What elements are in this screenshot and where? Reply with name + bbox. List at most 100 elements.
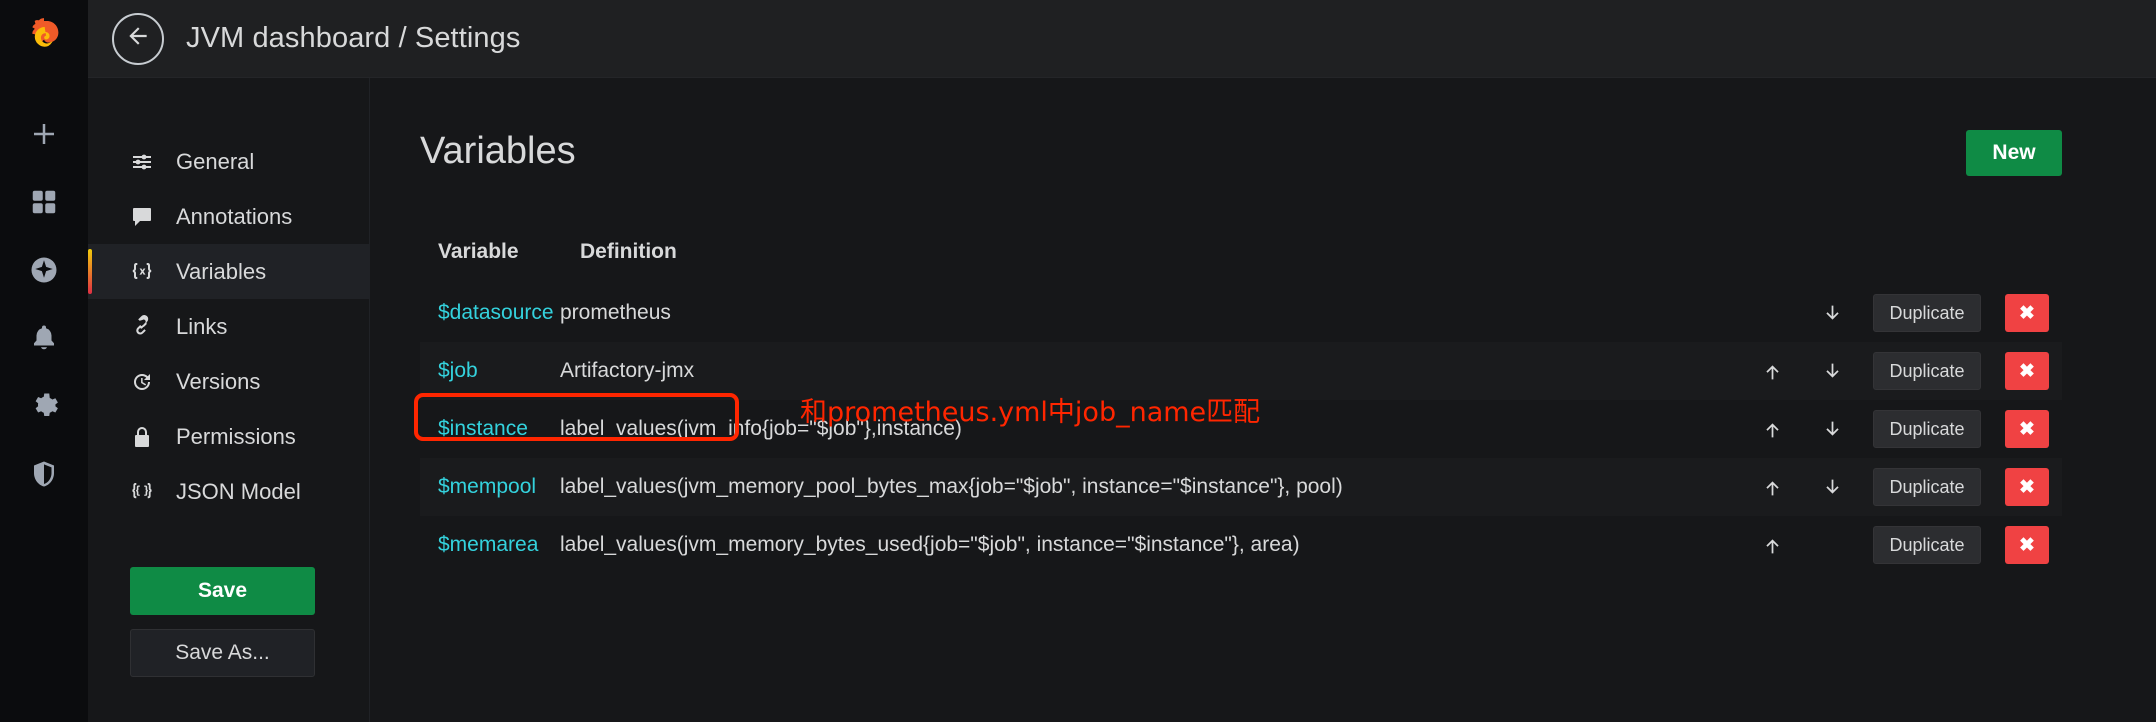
- variable-name[interactable]: $mempool: [420, 458, 560, 516]
- duplicate-cell: Duplicate: [1862, 342, 1992, 400]
- duplicate-cell: Duplicate: [1862, 400, 1992, 458]
- sidebar-item-label: Variables: [176, 259, 266, 285]
- column-header-definition: Definition: [560, 240, 1742, 284]
- variable-definition: label_values(jvm_memory_bytes_used{job="…: [560, 516, 1742, 574]
- nav-alerting[interactable]: [0, 304, 88, 372]
- move-down-button[interactable]: [1815, 470, 1849, 504]
- variable-definition: Artifactory-jmx: [560, 342, 1742, 400]
- comment-icon: [130, 205, 162, 229]
- sidebar-item-general[interactable]: General: [88, 134, 369, 189]
- delete-button[interactable]: ✖: [2005, 294, 2049, 332]
- column-header-move-down: [1802, 240, 1862, 284]
- move-up-button[interactable]: [1755, 354, 1789, 388]
- move-up-cell: [1742, 458, 1802, 516]
- move-down-button[interactable]: [1815, 412, 1849, 446]
- duplicate-button[interactable]: Duplicate: [1873, 468, 1981, 506]
- dashboards-squares-icon: [29, 187, 59, 217]
- sidebar-item-label: Versions: [176, 369, 260, 395]
- braces-x-icon: [130, 260, 162, 284]
- content-header: Variables New: [420, 130, 2062, 176]
- nav-dashboards[interactable]: [0, 168, 88, 236]
- nav-create-plus[interactable]: [0, 100, 88, 168]
- table-row[interactable]: $instance label_values(jvm_info{job="$jo…: [420, 400, 2062, 458]
- delete-button[interactable]: ✖: [2005, 468, 2049, 506]
- duplicate-button[interactable]: Duplicate: [1873, 352, 1981, 390]
- move-down-button[interactable]: [1815, 296, 1849, 330]
- nav-configuration[interactable]: [0, 372, 88, 440]
- variable-name[interactable]: $instance: [420, 400, 560, 458]
- variable-definition: label_values(jvm_memory_pool_bytes_max{j…: [560, 458, 1742, 516]
- table-header: Variable Definition: [420, 240, 2062, 284]
- duplicate-cell: Duplicate: [1862, 284, 1992, 342]
- duplicate-button[interactable]: Duplicate: [1873, 294, 1981, 332]
- shield-icon: [29, 459, 59, 489]
- breadcrumb[interactable]: JVM dashboard / Settings: [186, 22, 520, 55]
- sidebar-item-label: Permissions: [176, 424, 296, 450]
- sidebar-item-versions[interactable]: Versions: [88, 354, 369, 409]
- app-root: JVM dashboard / Settings General Annotat…: [0, 0, 2156, 722]
- delete-button[interactable]: ✖: [2005, 352, 2049, 390]
- arrow-down-icon: [1822, 419, 1843, 440]
- arrow-down-icon: [1822, 361, 1843, 382]
- move-up-cell: [1742, 400, 1802, 458]
- column-header-delete: [1992, 240, 2062, 284]
- bell-icon: [29, 323, 59, 353]
- table-row[interactable]: $mempool label_values(jvm_memory_pool_by…: [420, 458, 2062, 516]
- move-down-cell: [1802, 516, 1862, 574]
- arrow-up-icon: [1762, 361, 1783, 382]
- sidebar-item-annotations[interactable]: Annotations: [88, 189, 369, 244]
- duplicate-button[interactable]: Duplicate: [1873, 526, 1981, 564]
- compass-icon: [29, 255, 59, 285]
- move-down-cell: [1802, 284, 1862, 342]
- delete-cell: ✖: [1992, 400, 2062, 458]
- sidebar-item-permissions[interactable]: Permissions: [88, 409, 369, 464]
- back-button[interactable]: [112, 13, 164, 65]
- variables-table: Variable Definition $datasource prom: [420, 240, 2062, 574]
- column-header-duplicate: [1862, 240, 1992, 284]
- main-column: JVM dashboard / Settings General Annotat…: [88, 0, 2156, 722]
- variable-name[interactable]: $memarea: [420, 516, 560, 574]
- sidebar-item-label: JSON Model: [176, 479, 301, 505]
- new-variable-button[interactable]: New: [1966, 130, 2062, 176]
- body-split: General Annotations Variables: [88, 78, 2156, 722]
- move-down-button[interactable]: [1815, 354, 1849, 388]
- sidebar-item-label: General: [176, 149, 254, 175]
- duplicate-button[interactable]: Duplicate: [1873, 410, 1981, 448]
- column-header-move-up: [1742, 240, 1802, 284]
- duplicate-cell: Duplicate: [1862, 516, 1992, 574]
- sidebar-item-variables[interactable]: Variables: [88, 244, 369, 299]
- top-bar: JVM dashboard / Settings: [88, 0, 2156, 78]
- move-up-button[interactable]: [1755, 412, 1789, 446]
- variables-content-pane: Variables New Variable Definition: [370, 78, 2156, 722]
- delete-button[interactable]: ✖: [2005, 526, 2049, 564]
- move-up-button[interactable]: [1755, 528, 1789, 562]
- delete-button[interactable]: ✖: [2005, 410, 2049, 448]
- move-up-cell: [1742, 516, 1802, 574]
- dashboard-settings-menu: General Annotations Variables: [88, 78, 370, 722]
- variable-definition: prometheus: [560, 284, 1742, 342]
- settings-actions: Save Save As...: [88, 567, 369, 677]
- plus-icon: [29, 119, 59, 149]
- variable-definition: label_values(jvm_info{job="$job"},instan…: [560, 400, 1742, 458]
- table-row[interactable]: $job Artifactory-jmx: [420, 342, 2062, 400]
- variable-name[interactable]: $job: [420, 342, 560, 400]
- sidebar-item-label: Links: [176, 314, 227, 340]
- sidebar-item-links[interactable]: Links: [88, 299, 369, 354]
- table-row[interactable]: $datasource prometheus: [420, 284, 2062, 342]
- nav-server-admin[interactable]: [0, 440, 88, 508]
- duplicate-cell: Duplicate: [1862, 458, 1992, 516]
- lock-icon: [130, 425, 162, 449]
- move-up-button[interactable]: [1755, 470, 1789, 504]
- delete-cell: ✖: [1992, 458, 2062, 516]
- arrow-down-icon: [1822, 477, 1843, 498]
- save-button[interactable]: Save: [130, 567, 315, 615]
- table-row[interactable]: $memarea label_values(jvm_memory_bytes_u…: [420, 516, 2062, 574]
- arrow-down-icon: [1822, 303, 1843, 324]
- sidebar-item-json-model[interactable]: JSON Model: [88, 464, 369, 519]
- save-as-button[interactable]: Save As...: [130, 629, 315, 677]
- gear-icon: [29, 391, 59, 421]
- variable-name[interactable]: $datasource: [420, 284, 560, 342]
- brackets-icon: [130, 480, 162, 504]
- nav-explore[interactable]: [0, 236, 88, 304]
- grafana-logo-icon[interactable]: [0, 0, 88, 78]
